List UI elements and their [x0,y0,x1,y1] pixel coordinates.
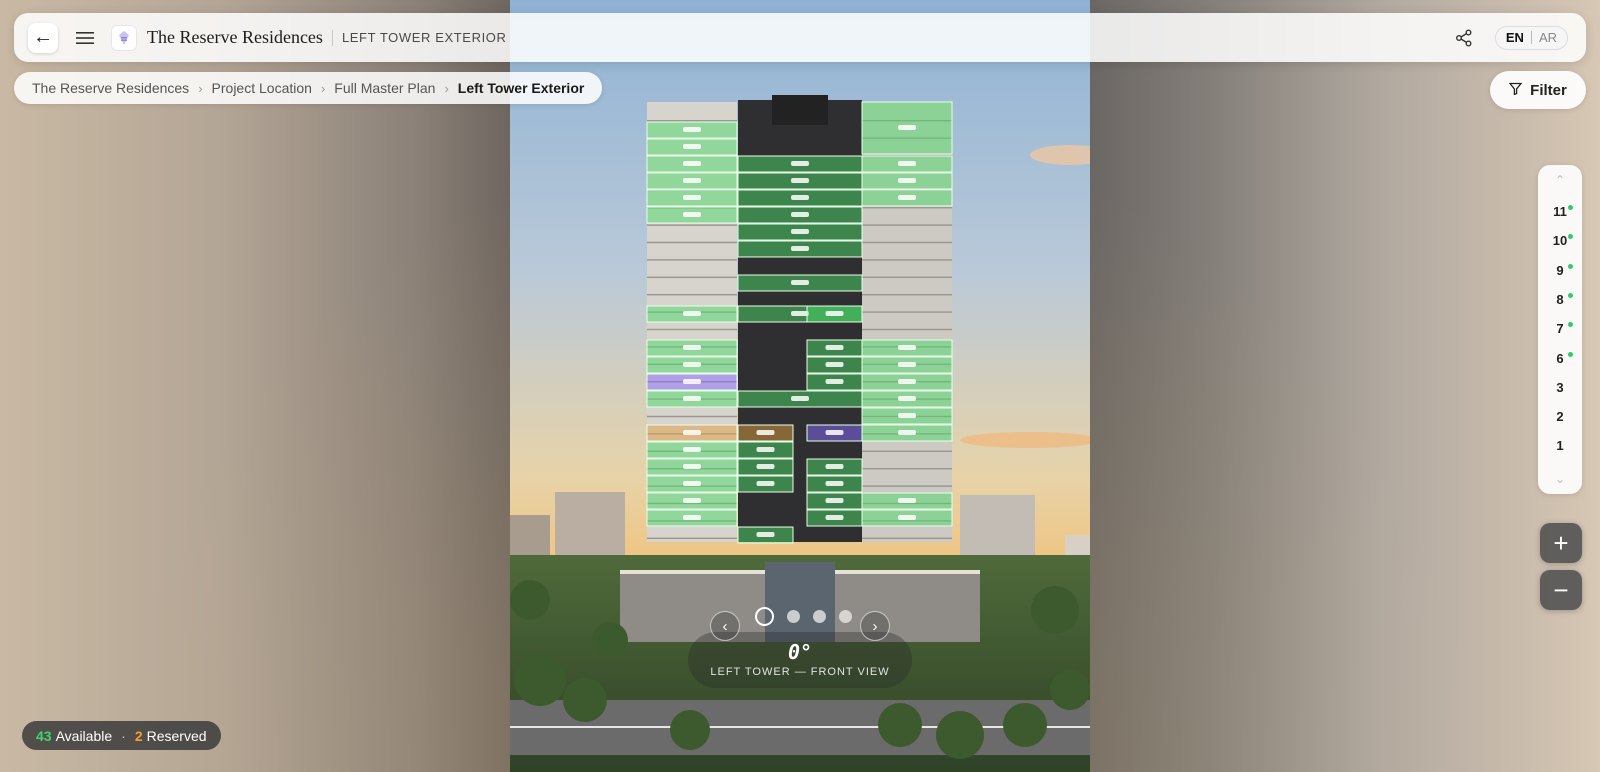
breadcrumb-item-current: Left Tower Exterior [457,80,585,96]
availability-dot [1568,322,1573,328]
floor-item-1[interactable]: 1 [1538,432,1582,460]
floor-label: 2 [1556,409,1564,425]
availability-dot [1568,292,1573,298]
availability-dot [1568,205,1573,210]
separator-dot: · [121,727,126,744]
filter-label: Filter [1530,81,1567,99]
prev-view-button[interactable]: ‹ [710,611,740,641]
floor-label: 9 [1556,262,1564,278]
floor-label: 8 [1556,291,1564,307]
floor-label: 3 [1556,379,1564,395]
minus-icon: − [1553,574,1569,605]
available-label: Available [55,727,113,744]
chevron-right-icon: › [198,80,203,96]
hamburger-menu-icon [76,31,94,44]
view-subtitle: LEFT TOWER EXTERIOR [341,30,507,45]
breadcrumb: The Reserve Residences › Project Locatio… [14,72,603,104]
chevron-right-icon: › [320,80,326,96]
floor-label: 7 [1556,321,1564,337]
available-count: 43 [36,727,52,744]
language-en-option[interactable]: EN [1506,30,1524,45]
divider [1530,31,1532,44]
breadcrumb-item-location[interactable]: Project Location [212,80,312,96]
view-dot[interactable] [813,610,826,623]
reserved-label: Reserved [146,727,207,744]
floor-label: 10 [1552,233,1568,249]
zoom-in-button[interactable]: + [1540,523,1582,563]
availability-dot [1568,351,1573,357]
floor-item-8[interactable]: 8 [1538,286,1582,314]
language-ar-option[interactable]: AR [1539,30,1557,45]
funnel-icon [1508,82,1523,98]
floor-selector: ⌃ 11 10 9 8 7 6 3 2 1 ⌄ [1538,165,1582,494]
view-dot[interactable] [755,607,774,626]
floor-item-6[interactable]: 6 [1538,345,1582,373]
zoom-out-button[interactable]: − [1540,570,1582,610]
divider [331,29,333,46]
logo [112,25,136,50]
share-button[interactable] [1449,23,1479,53]
back-button[interactable]: ← [28,22,58,53]
floor-item-7[interactable]: 7 [1538,315,1582,343]
chevron-left-icon: ‹ [722,617,728,635]
app-title: The Reserve Residences [147,27,323,47]
share-icon [1455,29,1472,46]
floor-label: 1 [1556,438,1564,454]
menu-button[interactable] [70,23,100,53]
view-name: LEFT TOWER — FRONT VIEW [710,666,890,678]
top-bar: ← The Reserve Residences LEFT TOWER EXTE… [14,13,1586,62]
floor-label: 6 [1556,350,1564,366]
floor-item-3[interactable]: 3 [1538,374,1582,402]
arrow-left-icon: ← [33,26,53,48]
breadcrumb-item-project[interactable]: The Reserve Residences [32,80,189,96]
logo-icon [119,30,129,45]
view-dot[interactable] [787,610,800,623]
chevron-down-icon[interactable]: ⌄ [1538,472,1582,486]
chevron-up-icon[interactable]: ⌃ [1538,173,1582,187]
reserved-count: 2 [134,727,143,744]
background-building [960,495,1035,565]
next-view-button[interactable]: › [860,611,890,641]
floor-item-2[interactable]: 2 [1538,403,1582,431]
floor-item-10[interactable]: 10 [1538,227,1582,255]
breadcrumb-item-master-plan[interactable]: Full Master Plan [334,80,435,96]
availability-summary: 43 Available · 2 Reserved [22,721,221,750]
view-dot[interactable] [839,610,852,623]
plus-icon: + [1553,527,1569,558]
entrance [765,562,835,642]
availability-dot [1568,234,1573,240]
language-switcher: EN AR [1494,25,1568,50]
availability-dot [1568,263,1573,269]
floor-item-11[interactable]: 11 [1538,198,1582,226]
view-angle: 0° [787,640,813,664]
filter-button[interactable]: Filter [1490,71,1586,109]
chevron-right-icon: › [872,617,878,635]
background-building [555,492,625,557]
floor-item-9[interactable]: 9 [1538,257,1582,285]
chevron-right-icon: › [444,80,449,96]
floor-label: 11 [1553,204,1567,219]
